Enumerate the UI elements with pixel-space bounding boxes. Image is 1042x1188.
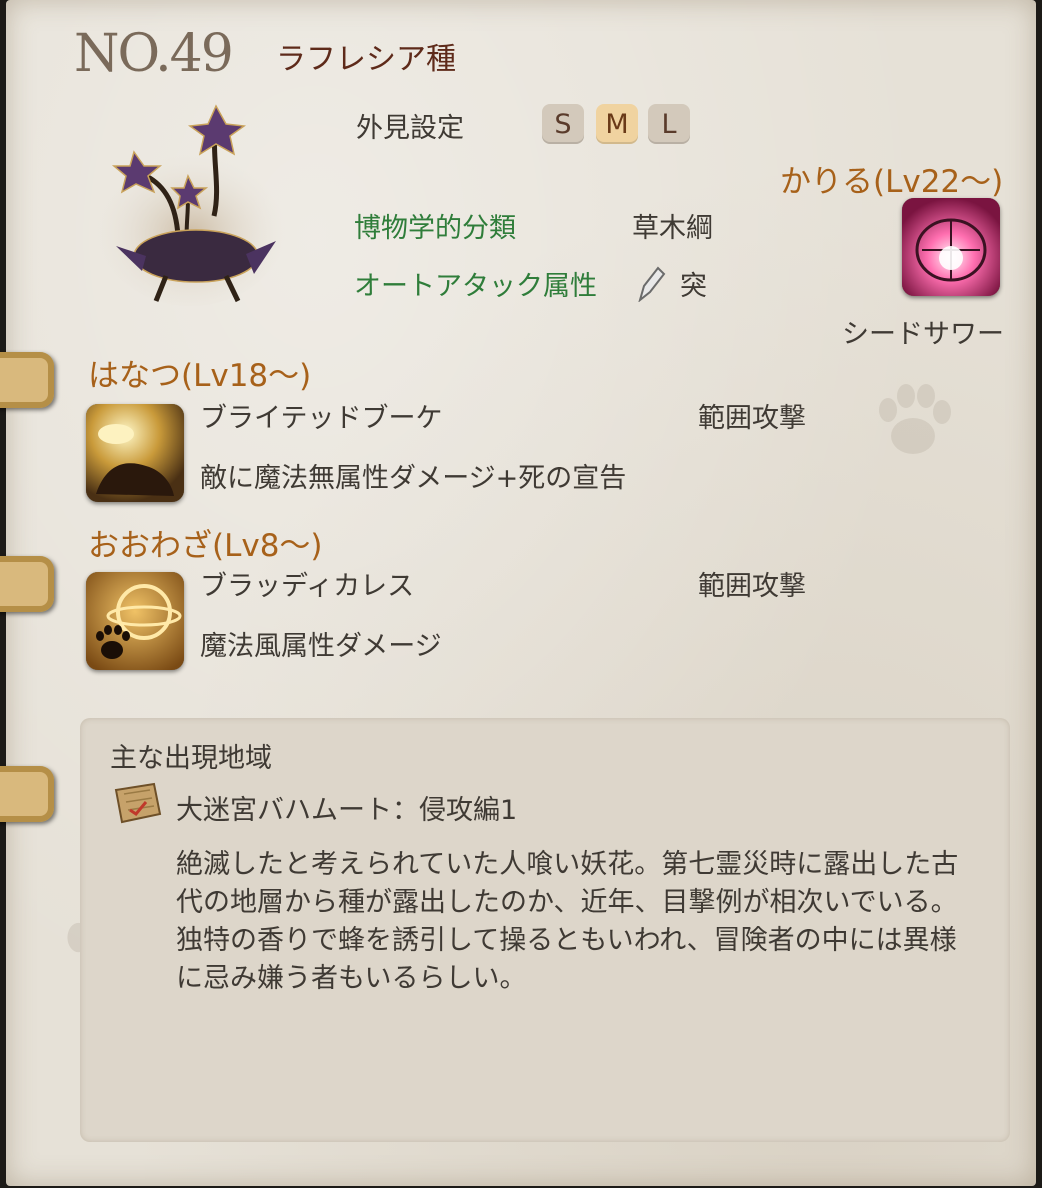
- binder-ring-middle: [0, 556, 54, 612]
- description-line: に忌み嫌う者もいるらしい。: [176, 963, 527, 994]
- description-line: 絶滅したと考えられていた人喰い妖花。第七霊災時に露出した古: [176, 849, 959, 880]
- blighted-bouquet-icon[interactable]: [86, 404, 184, 502]
- skill-type: 範囲攻撃: [698, 403, 806, 434]
- binder-ring-bottom: [0, 766, 54, 822]
- region-title: 主な出現地域: [110, 743, 272, 774]
- size-l-button[interactable]: L: [648, 104, 690, 144]
- classification-value: 草木綱: [632, 213, 713, 244]
- size-s-button[interactable]: S: [542, 104, 584, 144]
- size-m-button[interactable]: M: [596, 104, 638, 144]
- skill-name: ブライテッドブーケ: [200, 403, 443, 434]
- appearance-label: 外見設定: [356, 113, 464, 144]
- region-description: 絶滅したと考えられていた人喰い妖花。第七霊災時に露出した古 代の地層から種が露出…: [176, 846, 996, 998]
- skill-description: 敵に魔法無属性ダメージ+死の宣告: [200, 463, 627, 494]
- description-line: 独特の香りで蜂を誘引して操るともいわれ、冒険者の中には異様: [176, 925, 957, 956]
- map-scroll-icon: [110, 780, 164, 828]
- paw-print-icon: [868, 376, 958, 466]
- entry-name: ラフレシア種: [276, 42, 456, 77]
- region-name: 大迷宮バハムート：侵攻編1: [176, 795, 518, 826]
- skill-type: 範囲攻撃: [698, 571, 806, 602]
- description-line: 代の地層から種が露出したのか、近年、目撃例が相次いでいる。: [176, 887, 958, 918]
- auto-attack-value: 突: [680, 271, 707, 302]
- skill-name: ブラッディカレス: [200, 571, 415, 602]
- auto-attack-label: オートアタック属性: [354, 271, 597, 302]
- hanatsu-heading: はなつ(Lv18～): [88, 358, 312, 394]
- oowaza-heading: おおわざ(Lv8～): [88, 528, 323, 564]
- pierce-icon: [636, 266, 666, 303]
- entry-number: NO.49: [74, 24, 234, 84]
- seed-shower-icon[interactable]: [902, 198, 1000, 296]
- bloody-caress-icon[interactable]: [86, 572, 184, 670]
- skill-description: 魔法風属性ダメージ: [200, 631, 442, 662]
- binder-ring-top: [0, 352, 54, 408]
- creature-portrait: [96, 96, 286, 306]
- karu-heading: かりる(Lv22～): [780, 164, 1004, 200]
- classification-label: 博物学的分類: [354, 213, 516, 244]
- karu-skill-name: シードサワー: [842, 319, 1004, 350]
